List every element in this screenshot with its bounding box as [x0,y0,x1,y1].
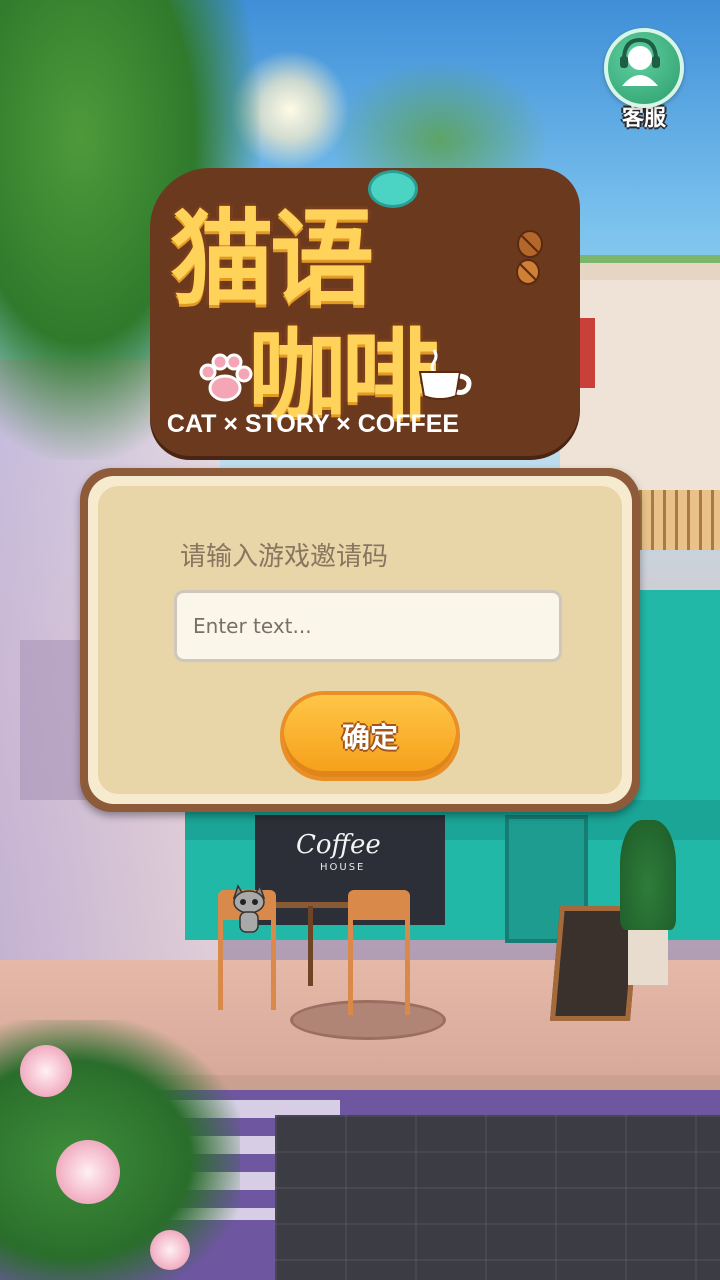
flower-1 [20,1045,72,1097]
confirm-button[interactable]: 确定 [284,695,456,777]
shop-sign: Coffee [296,830,381,860]
invite-code-dialog: 请输入游戏邀请码 确定 [80,468,640,812]
stone-wall [275,1115,720,1280]
headset-agent-icon [604,28,684,108]
dialog-inner-frame: 请输入游戏邀请码 确定 [88,476,632,804]
invite-code-prompt: 请输入游戏邀请码 [180,542,389,572]
wooden-fence [630,490,720,550]
plant-pot [628,930,668,985]
logo-subtitle: CAT × STORY × COFFEE [166,410,460,438]
cafe-chair-right [348,890,410,1015]
game-logo: 猫语 咖啡 CAT × STORY × COFFEE [150,168,580,456]
cafe-table-leg [308,906,313,986]
cat-paw-icon [199,353,253,402]
flower-2 [56,1140,120,1204]
speech-bubble-icon [368,170,418,208]
dialog-panel: 请输入游戏邀请码 确定 [98,486,622,794]
cat-character-icon [232,884,266,933]
customer-service-button[interactable]: 客服 [602,28,686,132]
flower-3 [150,1230,190,1270]
coffee-cup-icon [418,349,472,400]
invite-code-input[interactable] [174,590,562,662]
potted-plant [620,820,676,930]
shop-sign-sub: HOUSE [320,862,366,873]
coffee-beans-icon [516,230,543,285]
